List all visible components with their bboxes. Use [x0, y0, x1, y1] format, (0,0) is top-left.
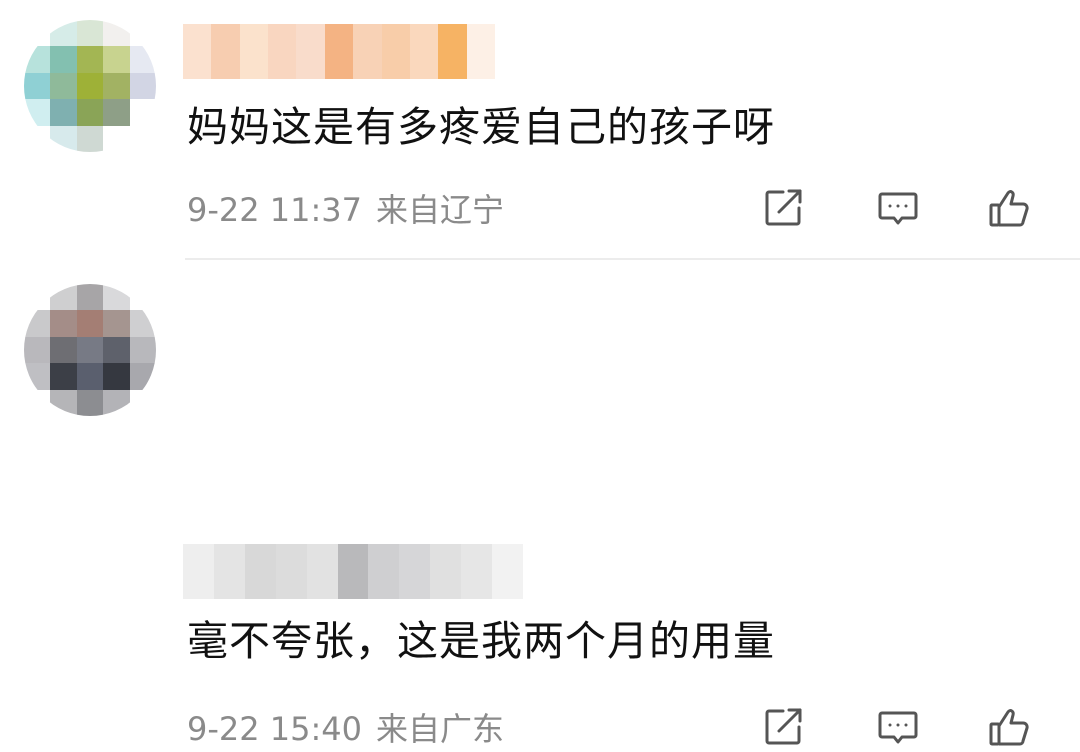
username-pixel	[337, 544, 369, 599]
comment-bubble-icon	[876, 186, 920, 230]
username-pixel	[430, 544, 462, 599]
avatar-pixel	[50, 363, 77, 390]
avatar-pixel	[76, 72, 104, 100]
avatar-pixel	[24, 125, 51, 152]
avatar-pixel	[129, 336, 156, 364]
avatar-pixel	[103, 284, 130, 311]
avatar-pixel	[76, 99, 104, 126]
username-pixel	[492, 544, 523, 599]
username-pixel	[353, 24, 382, 79]
avatar-pixel	[50, 310, 77, 337]
avatar[interactable]	[24, 20, 156, 152]
avatar-pixel	[50, 72, 77, 100]
avatar-pixel	[50, 284, 77, 311]
avatar-pixel	[50, 46, 77, 73]
username-pixel	[268, 24, 297, 79]
avatar-pixel	[129, 310, 156, 337]
avatar-pixel	[24, 336, 51, 364]
comment-item: 妈妈这是有多疼爱自己的孩子呀 9-22 11:37 来自辽宁	[0, 0, 1080, 258]
avatar-pixel	[103, 389, 130, 416]
avatar-pixel	[50, 336, 77, 364]
comment-bubble-icon	[876, 705, 920, 749]
avatar-pixel	[50, 125, 77, 152]
avatar-pixel	[24, 284, 51, 311]
avatar-pixel	[76, 20, 104, 47]
username-pixel	[211, 24, 240, 79]
share-square-icon	[761, 186, 805, 230]
avatar-pixel	[24, 72, 51, 100]
avatar-pixel	[129, 389, 156, 416]
username-pixel	[213, 544, 245, 599]
like-button[interactable]	[985, 183, 1035, 233]
avatar-pixel	[129, 20, 156, 47]
reply-button[interactable]	[873, 183, 923, 233]
username[interactable]	[183, 24, 495, 79]
username-pixel	[461, 544, 493, 599]
like-button[interactable]	[985, 702, 1035, 752]
thumbs-up-icon	[987, 704, 1033, 750]
comment-meta: 9-22 15:40 来自广东	[187, 709, 504, 749]
comment-text: 毫不夸张，这是我两个月的用量	[187, 617, 775, 665]
avatar-pixel	[24, 363, 51, 390]
share-button[interactable]	[758, 183, 808, 233]
avatar-pixel	[50, 99, 77, 126]
reply-button[interactable]	[873, 702, 923, 752]
avatar-pixel	[24, 46, 51, 73]
avatar-pixel	[129, 72, 156, 100]
avatar-pixel	[129, 46, 156, 73]
avatar-pixel	[129, 284, 156, 311]
avatar-pixel	[103, 99, 130, 126]
avatar[interactable]	[24, 284, 156, 416]
comment-item: 毫不夸张，这是我两个月的用量 9-22 15:40 来自广东	[0, 260, 1080, 748]
username-pixel	[399, 544, 431, 599]
avatar-pixel	[24, 99, 51, 126]
share-square-icon	[761, 705, 805, 749]
avatar-pixel	[103, 72, 130, 100]
avatar-pixel	[76, 125, 104, 152]
avatar-pixel	[76, 46, 104, 73]
username-pixel	[183, 24, 212, 79]
share-button[interactable]	[758, 702, 808, 752]
username-pixel	[183, 544, 214, 599]
comment-text: 妈妈这是有多疼爱自己的孩子呀	[187, 103, 775, 151]
avatar-pixel	[76, 363, 104, 390]
avatar-pixel	[76, 336, 104, 364]
avatar-pixel	[24, 310, 51, 337]
comment-meta: 9-22 11:37 来自辽宁	[187, 190, 504, 230]
thumbs-up-icon	[987, 185, 1033, 231]
username-pixel	[239, 24, 269, 79]
avatar-pixel	[76, 389, 104, 416]
comment-location: 来自辽宁	[376, 191, 505, 229]
avatar-pixel	[129, 99, 156, 126]
username-pixel	[244, 544, 276, 599]
avatar-pixel	[103, 20, 130, 47]
avatar-pixel	[129, 125, 156, 152]
comment-date: 9-22 11:37	[187, 191, 363, 229]
username-pixel	[296, 24, 325, 79]
username-pixel	[466, 24, 495, 79]
avatar-pixel	[76, 284, 104, 311]
avatar-pixel	[129, 363, 156, 390]
avatar-pixel	[103, 125, 130, 152]
avatar-pixel	[50, 389, 77, 416]
avatar-pixel	[103, 46, 130, 73]
username[interactable]	[183, 544, 523, 599]
avatar-pixel	[24, 389, 51, 416]
username-pixel	[324, 24, 354, 79]
avatar-pixel	[103, 363, 130, 390]
username-pixel	[368, 544, 400, 599]
comment-location: 来自广东	[376, 710, 505, 748]
comment-date: 9-22 15:40	[187, 710, 363, 748]
username-pixel	[306, 544, 338, 599]
username-pixel	[275, 544, 307, 599]
avatar-pixel	[103, 310, 130, 337]
username-pixel	[438, 24, 467, 79]
avatar-pixel	[103, 336, 130, 364]
username-pixel	[381, 24, 410, 79]
avatar-pixel	[50, 20, 77, 47]
avatar-pixel	[76, 310, 104, 337]
username-pixel	[409, 24, 439, 79]
avatar-pixel	[24, 20, 51, 47]
